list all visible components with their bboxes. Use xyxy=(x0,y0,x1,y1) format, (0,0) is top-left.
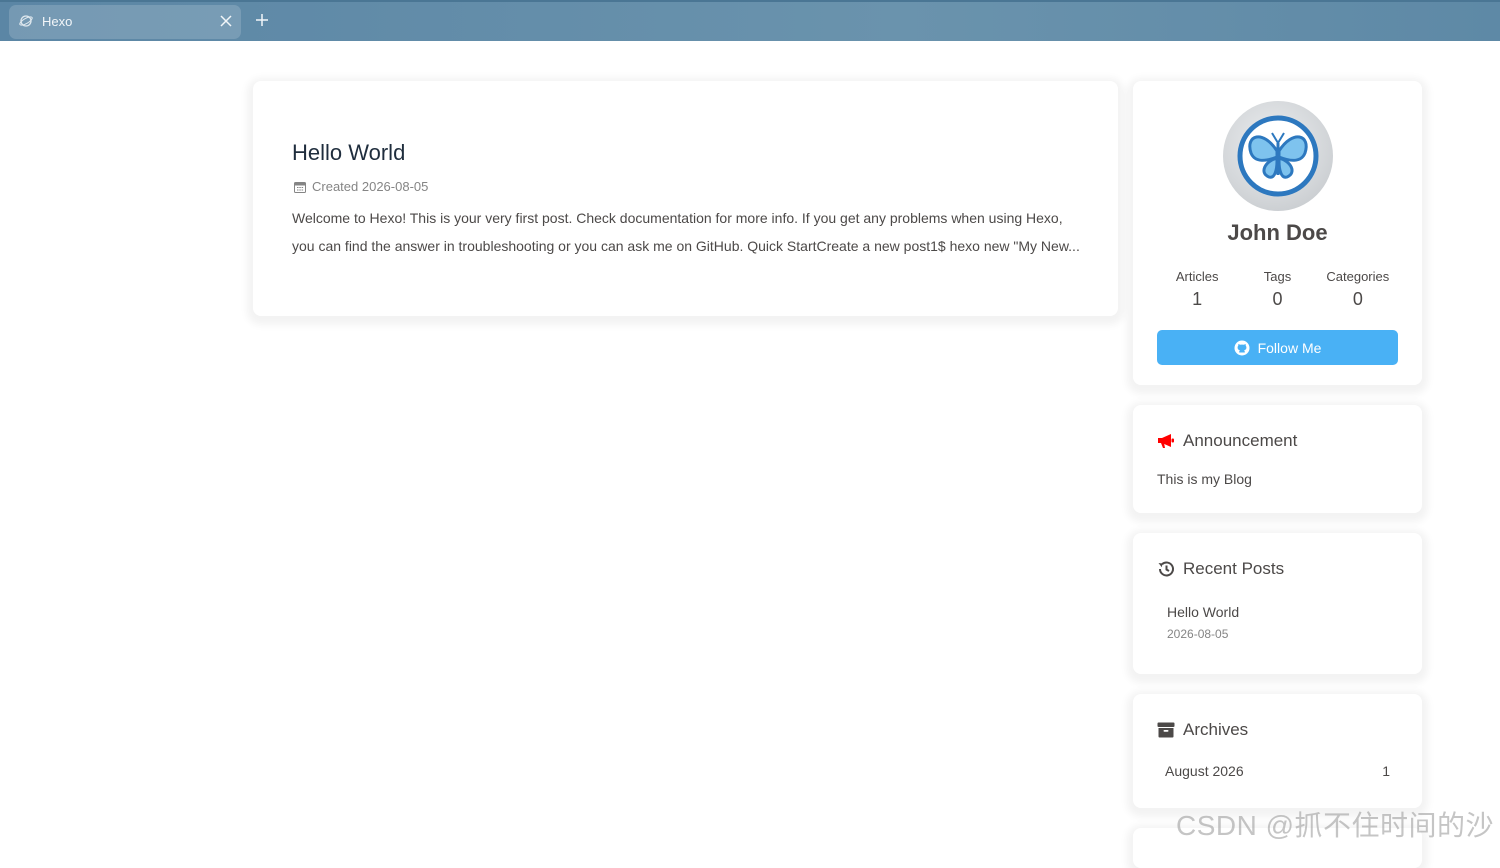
announcement-text: This is my Blog xyxy=(1157,471,1252,487)
archives-title: Archives xyxy=(1157,720,1248,740)
archives-card: Archives August 2026 1 xyxy=(1133,694,1422,808)
stat-articles[interactable]: Articles 1 xyxy=(1157,269,1237,310)
browser-tab-bar: Hexo xyxy=(0,0,1500,41)
github-icon xyxy=(1234,340,1250,355)
close-icon[interactable] xyxy=(219,13,233,29)
announcement-card: Announcement This is my Blog xyxy=(1133,405,1422,513)
stat-categories[interactable]: Categories 0 xyxy=(1318,269,1398,310)
follow-me-button[interactable]: Follow Me xyxy=(1157,330,1398,365)
author-name: John Doe xyxy=(1227,220,1328,245)
author-stats: Articles 1 Tags 0 Categories 0 xyxy=(1157,269,1398,310)
archive-month: August 2026 xyxy=(1165,763,1244,779)
archives-title-text: Archives xyxy=(1183,720,1249,739)
stat-tags[interactable]: Tags 0 xyxy=(1237,269,1317,310)
browser-tab[interactable]: Hexo xyxy=(9,5,241,39)
stat-label: Tags xyxy=(1263,269,1292,284)
stat-value: 0 xyxy=(1272,289,1283,309)
csdn-watermark: CSDN @抓不住时间的沙 xyxy=(1176,810,1495,841)
post-excerpt: Welcome to Hexo! This is your very first… xyxy=(292,210,1080,254)
stat-label: Categories xyxy=(1326,269,1390,284)
bullhorn-icon xyxy=(1158,434,1174,448)
recent-post-link[interactable]: Hello World xyxy=(1167,604,1239,620)
recent-posts-card: Recent Posts Hello World 2026-08-05 xyxy=(1133,533,1422,674)
recent-posts-title-text: Recent Posts xyxy=(1183,559,1285,578)
archive-count: 1 xyxy=(1382,763,1390,779)
stat-label: Articles xyxy=(1175,269,1219,284)
stat-value: 1 xyxy=(1192,289,1203,309)
announcement-title-text: Announcement xyxy=(1183,431,1298,450)
recent-posts-title: Recent Posts xyxy=(1157,559,1284,579)
tab-title: Hexo xyxy=(42,14,73,29)
recent-post-date: 2026-08-05 xyxy=(1167,627,1229,641)
announcement-title: Announcement xyxy=(1157,431,1297,451)
avatar xyxy=(1223,101,1333,211)
post-created-date: Created 2026-08-05 xyxy=(312,179,429,194)
plus-icon[interactable] xyxy=(254,12,270,28)
history-icon xyxy=(1158,561,1174,577)
author-card: John Doe Articles 1 Tags 0 Categories 0 … xyxy=(1133,81,1422,385)
stat-value: 0 xyxy=(1352,289,1363,309)
butterfly-icon xyxy=(1237,115,1319,197)
post-meta: Created 2026-08-05 xyxy=(294,179,428,194)
planet-icon xyxy=(19,15,33,27)
post-card: Hello World Created 2026-08-05 Welcome t… xyxy=(253,81,1118,316)
calendar-icon xyxy=(294,181,306,193)
follow-me-label: Follow Me xyxy=(1257,339,1322,356)
archive-icon xyxy=(1157,722,1175,738)
archive-item[interactable]: August 2026 1 xyxy=(1165,763,1390,779)
post-title[interactable]: Hello World xyxy=(292,140,405,166)
